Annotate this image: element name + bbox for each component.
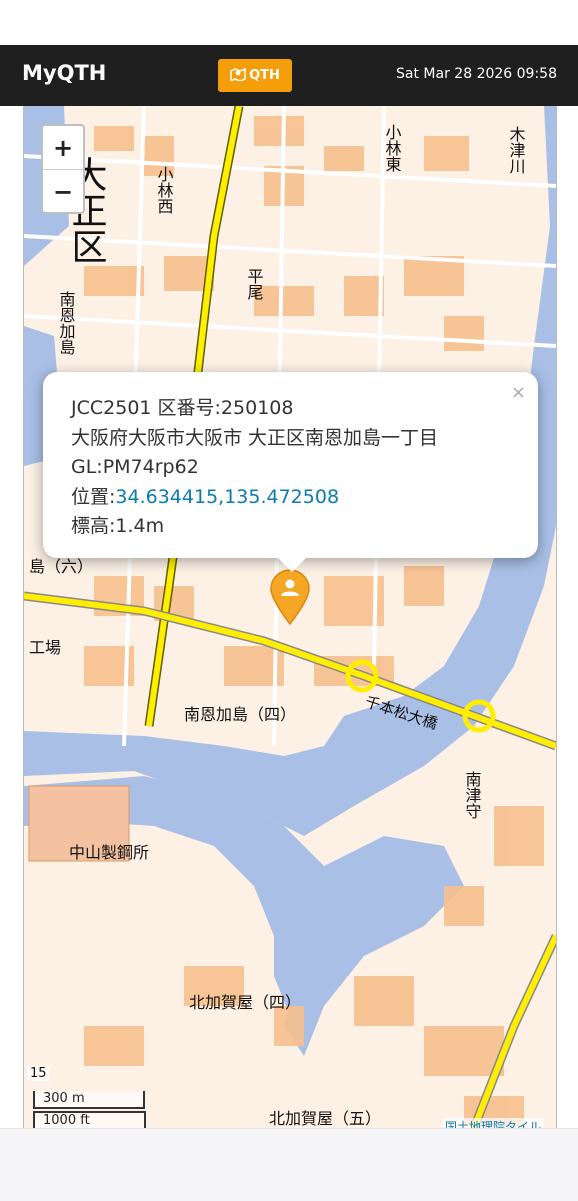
- popup-grid-locator: GL:PM74rp62: [71, 456, 199, 478]
- map-label-kobayashi-higashi: 小林東: [383, 124, 402, 172]
- qth-button[interactable]: QTH: [218, 59, 292, 92]
- map-marker-person-icon: [230, 67, 246, 85]
- scale-bar-metric: 300 m: [33, 1091, 145, 1109]
- status-bar-area: [0, 0, 578, 45]
- map-label-kita-kagaya-5: 北加賀屋（五）: [269, 1109, 381, 1128]
- popup-address: 大阪府大阪市大阪市 大正区南恩加島一丁目: [71, 426, 439, 449]
- popup-close-button[interactable]: ×: [511, 378, 526, 408]
- popup-jcc-line: JCC2501 区番号:250108: [71, 397, 294, 419]
- popup-tip: [274, 554, 310, 572]
- popup-coordinates-link[interactable]: 34.634415,135.472508: [115, 486, 339, 508]
- map-label-kizu-river: 木津川: [507, 126, 526, 174]
- map-label-kita-kagaya-4: 北加賀屋（四）: [189, 993, 301, 1012]
- map-label-kajima-6: 島（六）: [29, 557, 93, 576]
- popup-position-label: 位置:: [71, 485, 116, 508]
- map-label-hirao: 平尾: [245, 268, 264, 300]
- map-label-minami-onkajima: 南恩加島: [57, 291, 76, 355]
- zoom-level-indicator: 15: [27, 1066, 50, 1081]
- zoom-out-button[interactable]: −: [43, 170, 83, 213]
- map-label-factory: 工場: [29, 638, 61, 657]
- map-label-minami-tsumori: 南津守: [463, 771, 482, 820]
- zoom-control: + −: [41, 124, 85, 214]
- popup-position-row: 位置:34.634415,135.472508: [71, 483, 510, 513]
- navbar: MyQTH QTH Sat Mar 28 2026 09:58: [0, 45, 578, 106]
- map-attribution-link[interactable]: 国土地理院タイル: [441, 1118, 544, 1128]
- map-label-kobayashi-nishi: 小林西: [155, 166, 174, 214]
- popup-elevation: 標高:1.4m: [71, 515, 165, 537]
- zoom-in-button[interactable]: +: [43, 126, 83, 170]
- map-pin-person-icon[interactable]: [268, 568, 312, 631]
- qth-button-label: QTH: [249, 68, 280, 83]
- brand-title[interactable]: MyQTH: [22, 61, 106, 85]
- scale-bar-imperial: 1000 ft: [33, 1111, 146, 1128]
- datetime: Sat Mar 28 2026 09:58: [396, 66, 557, 82]
- bottom-bar: [0, 1128, 578, 1201]
- location-popup: × JCC2501 区番号:250108 大阪府大阪市大阪市 大正区南恩加島一丁…: [43, 372, 538, 558]
- map-label-minami-onkajima-4: 南恩加島（四）: [184, 705, 296, 724]
- map-label-nakayama-steel: 中山製鋼所: [69, 843, 149, 862]
- map-view[interactable]: 大正区 小林西 小林東 平尾 南恩加島 木津川 島（六） 工場 南恩加島（四） …: [23, 106, 557, 1128]
